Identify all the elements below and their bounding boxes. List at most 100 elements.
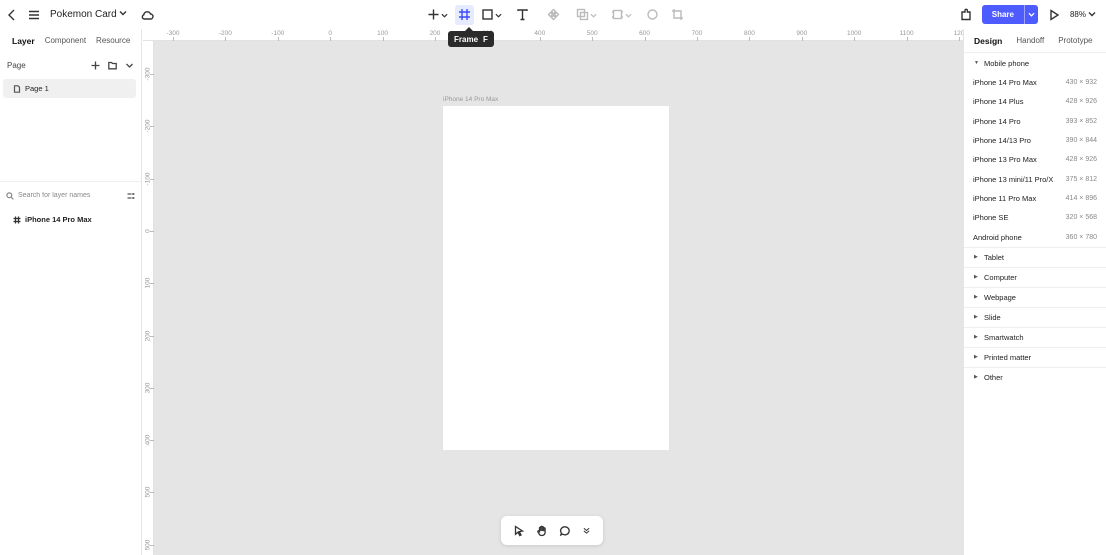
- menu-icon[interactable]: [26, 7, 42, 23]
- device-size: 428 × 926: [1065, 98, 1097, 106]
- page-icon: [13, 84, 21, 93]
- ruler-tick: 100: [377, 29, 388, 41]
- ruler-tick: 500: [143, 487, 154, 498]
- right-panel-tabs: Design Handoff Prototype: [964, 29, 1106, 53]
- page-item[interactable]: Page 1: [3, 79, 136, 98]
- ruler-tick-label: -100: [271, 30, 285, 37]
- expand-icon[interactable]: [582, 526, 591, 535]
- layer-item[interactable]: iPhone 14 Pro Max: [0, 212, 141, 227]
- ruler-tick: 100: [143, 278, 154, 289]
- device-preset-item[interactable]: iPhone 13 Pro Max 428 × 926: [964, 150, 1106, 169]
- canvas[interactable]: -300 -200 -100 0 100 200 300 400 500 600 700 800 900…: [143, 29, 963, 555]
- filter-icon[interactable]: [127, 192, 135, 200]
- mask-tool[interactable]: [608, 5, 635, 25]
- add-tool[interactable]: [424, 5, 451, 25]
- document-title: Pokemon Card: [50, 9, 117, 20]
- add-page-icon[interactable]: [91, 61, 100, 70]
- category-item[interactable]: ▶ Other: [964, 366, 1106, 387]
- search-icon: [6, 191, 14, 200]
- device-name: iPhone 14 Pro: [973, 116, 1021, 126]
- device-size: 390 × 844: [1065, 137, 1097, 145]
- ellipse-tool[interactable]: [643, 5, 662, 25]
- chevron-down-icon[interactable]: [125, 61, 134, 70]
- device-preset-item[interactable]: iPhone 14 Plus 428 × 926: [964, 92, 1106, 111]
- category-item[interactable]: ▶ Slide: [964, 306, 1106, 327]
- category-item[interactable]: ▶ Webpage: [964, 286, 1106, 307]
- ruler-tick: 500: [587, 29, 598, 41]
- tab-prototype[interactable]: Prototype: [1058, 36, 1092, 45]
- hand-icon[interactable]: [536, 525, 548, 537]
- device-preset-item[interactable]: iPhone 13 mini/11 Pro/X 375 × 812: [964, 169, 1106, 188]
- artboard-frame[interactable]: [443, 106, 669, 450]
- category-item[interactable]: ▶ Tablet: [964, 246, 1106, 267]
- top-toolbar: Pokemon Card Share 88%: [0, 0, 1106, 29]
- document-title-dropdown[interactable]: Pokemon Card: [50, 9, 127, 20]
- tab-design[interactable]: Design: [974, 36, 1002, 46]
- mobile-phone-section: ▼ Mobile phone iPhone 14 Pro Max 430 × 93…: [964, 53, 1106, 247]
- category-label: Slide: [984, 312, 1001, 322]
- zoom-dropdown[interactable]: 88%: [1070, 10, 1096, 20]
- tab-layer[interactable]: Layer: [12, 36, 35, 46]
- device-name: iPhone SE: [973, 213, 1009, 223]
- comment-icon[interactable]: [559, 525, 571, 537]
- ruler-tick: 500: [143, 539, 154, 550]
- boolean-tool[interactable]: [573, 5, 600, 25]
- category-item[interactable]: ▶ Printed matter: [964, 346, 1106, 367]
- category-item[interactable]: ▶ Computer: [964, 266, 1106, 287]
- ruler-tick: 200: [143, 330, 154, 341]
- text-tool[interactable]: [513, 5, 532, 25]
- app-window: Pokemon Card Share 88% Layer Component R…: [0, 0, 1106, 555]
- ruler-tick-label: 900: [796, 30, 808, 37]
- caret-down-icon: ▼: [974, 60, 979, 66]
- device-preset-item[interactable]: iPhone SE 320 × 568: [964, 208, 1106, 227]
- play-icon[interactable]: [1046, 7, 1062, 23]
- component-tool[interactable]: [544, 5, 563, 25]
- cloud-icon[interactable]: [139, 7, 155, 23]
- back-icon[interactable]: [4, 7, 20, 23]
- ruler-tick-label: 500: [144, 539, 152, 551]
- ruler-tick: 700: [692, 29, 702, 41]
- device-name: iPhone 14 Pro Max: [973, 78, 1037, 88]
- device-size: 428 × 926: [1065, 156, 1097, 164]
- caret-right-icon: ▶: [974, 294, 978, 301]
- category-label: Webpage: [984, 292, 1016, 302]
- device-list: iPhone 14 Pro Max 430 × 932 iPhone 14 Plus…: [964, 73, 1106, 247]
- device-size: 430 × 932: [1065, 79, 1097, 87]
- category-label: Computer: [984, 272, 1017, 282]
- tab-resource[interactable]: Resource: [96, 36, 130, 45]
- plus-icon: [428, 9, 439, 20]
- ruler-tick: 0: [328, 29, 332, 41]
- caret-right-icon: ▶: [974, 354, 978, 361]
- ruler-tick-label: 0: [144, 229, 152, 233]
- caret-right-icon: ▶: [974, 254, 978, 261]
- tab-handoff[interactable]: Handoff: [1016, 36, 1044, 45]
- frame-tool[interactable]: [455, 4, 474, 25]
- chevron-down-icon: [495, 6, 502, 24]
- share-button[interactable]: Share: [981, 5, 1038, 24]
- device-preset-item[interactable]: iPhone 14/13 Pro 390 × 844: [964, 131, 1106, 150]
- frame-label[interactable]: iPhone 14 Pro Max: [443, 96, 498, 103]
- share-options-button[interactable]: [1023, 5, 1038, 24]
- category-mobile-phone[interactable]: ▼ Mobile phone: [964, 53, 1106, 73]
- category-item[interactable]: ▶ Smartwatch: [964, 326, 1106, 347]
- device-name: iPhone 11 Pro Max: [973, 193, 1037, 203]
- device-preset-item[interactable]: Android phone 360 × 780: [964, 227, 1106, 246]
- ruler-tick: -200: [219, 29, 232, 41]
- horizontal-ruler: -300-200-1000100200300400500600700800900…: [143, 29, 963, 41]
- boolean-icon: [576, 8, 589, 21]
- pointer-icon[interactable]: [513, 524, 525, 537]
- device-preset-item[interactable]: iPhone 14 Pro Max 430 × 932: [964, 73, 1106, 92]
- title-area: Pokemon Card: [4, 0, 155, 29]
- shape-tool[interactable]: [478, 5, 505, 25]
- device-preset-item[interactable]: iPhone 11 Pro Max 414 × 896: [964, 189, 1106, 208]
- device-preset-item[interactable]: iPhone 14 Pro 393 × 852: [964, 112, 1106, 131]
- tooltip-shortcut: F: [483, 34, 488, 44]
- plugin-icon[interactable]: [958, 7, 974, 23]
- tab-component[interactable]: Component: [45, 36, 86, 45]
- crop-tool[interactable]: [668, 5, 687, 25]
- ruler-tick: 0: [143, 229, 154, 233]
- chevron-down-icon: [441, 6, 448, 24]
- folder-icon[interactable]: [108, 61, 117, 70]
- left-panel: Layer Component Resource Page Page 1 Sea…: [0, 29, 142, 555]
- layer-search-input[interactable]: [18, 192, 118, 199]
